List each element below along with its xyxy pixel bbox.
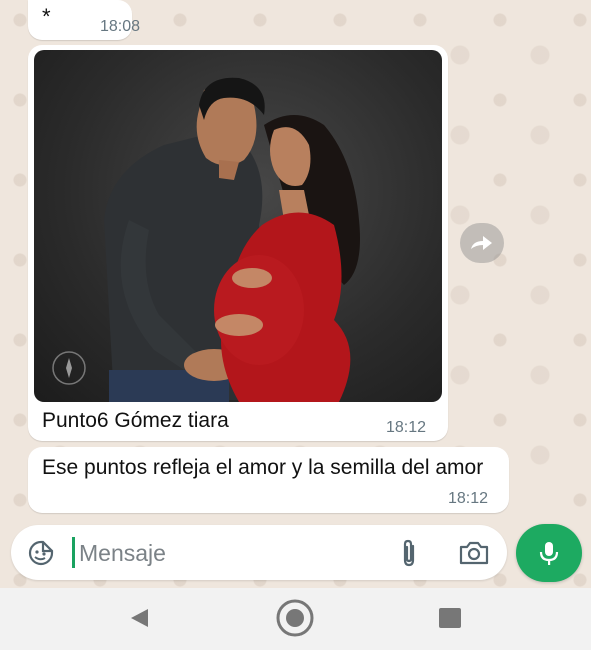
voice-message-button[interactable] [516, 524, 582, 582]
camera-icon[interactable] [458, 539, 490, 567]
image-message-bubble[interactable]: Punto6 Gómez tiara 18:12 [28, 45, 448, 441]
forward-button[interactable] [460, 223, 504, 263]
message-composer [11, 525, 507, 580]
message-input[interactable] [77, 533, 381, 573]
message-text: * [42, 4, 51, 29]
message-time: 18:08 [100, 18, 141, 35]
message-image[interactable] [34, 50, 442, 402]
recent-apps-icon[interactable] [439, 608, 461, 628]
chat-background: * 18:08 Punto6 Gómez tiara 18:12 Ese pun… [0, 0, 591, 588]
image-caption: Punto6 Gómez tiara [42, 409, 229, 432]
forward-icon [471, 236, 492, 250]
message-text: Ese puntos refleja el amor y la semilla … [42, 456, 484, 479]
pregnant-couple-illustration [52, 77, 360, 402]
text-cursor [72, 537, 75, 568]
system-navigation-bar [0, 588, 591, 650]
sticker-emoji-icon[interactable] [27, 539, 55, 567]
back-triangle-icon[interactable] [127, 606, 151, 630]
message-bubble[interactable]: * 18:08 [28, 0, 140, 40]
message-time: 18:12 [448, 490, 489, 507]
paperclip-icon[interactable] [395, 538, 423, 568]
message-time: 18:12 [386, 419, 427, 436]
message-bubble[interactable]: Ese puntos refleja el amor y la semilla … [28, 447, 509, 513]
microphone-icon [539, 542, 559, 565]
home-circle-icon[interactable] [275, 598, 315, 638]
